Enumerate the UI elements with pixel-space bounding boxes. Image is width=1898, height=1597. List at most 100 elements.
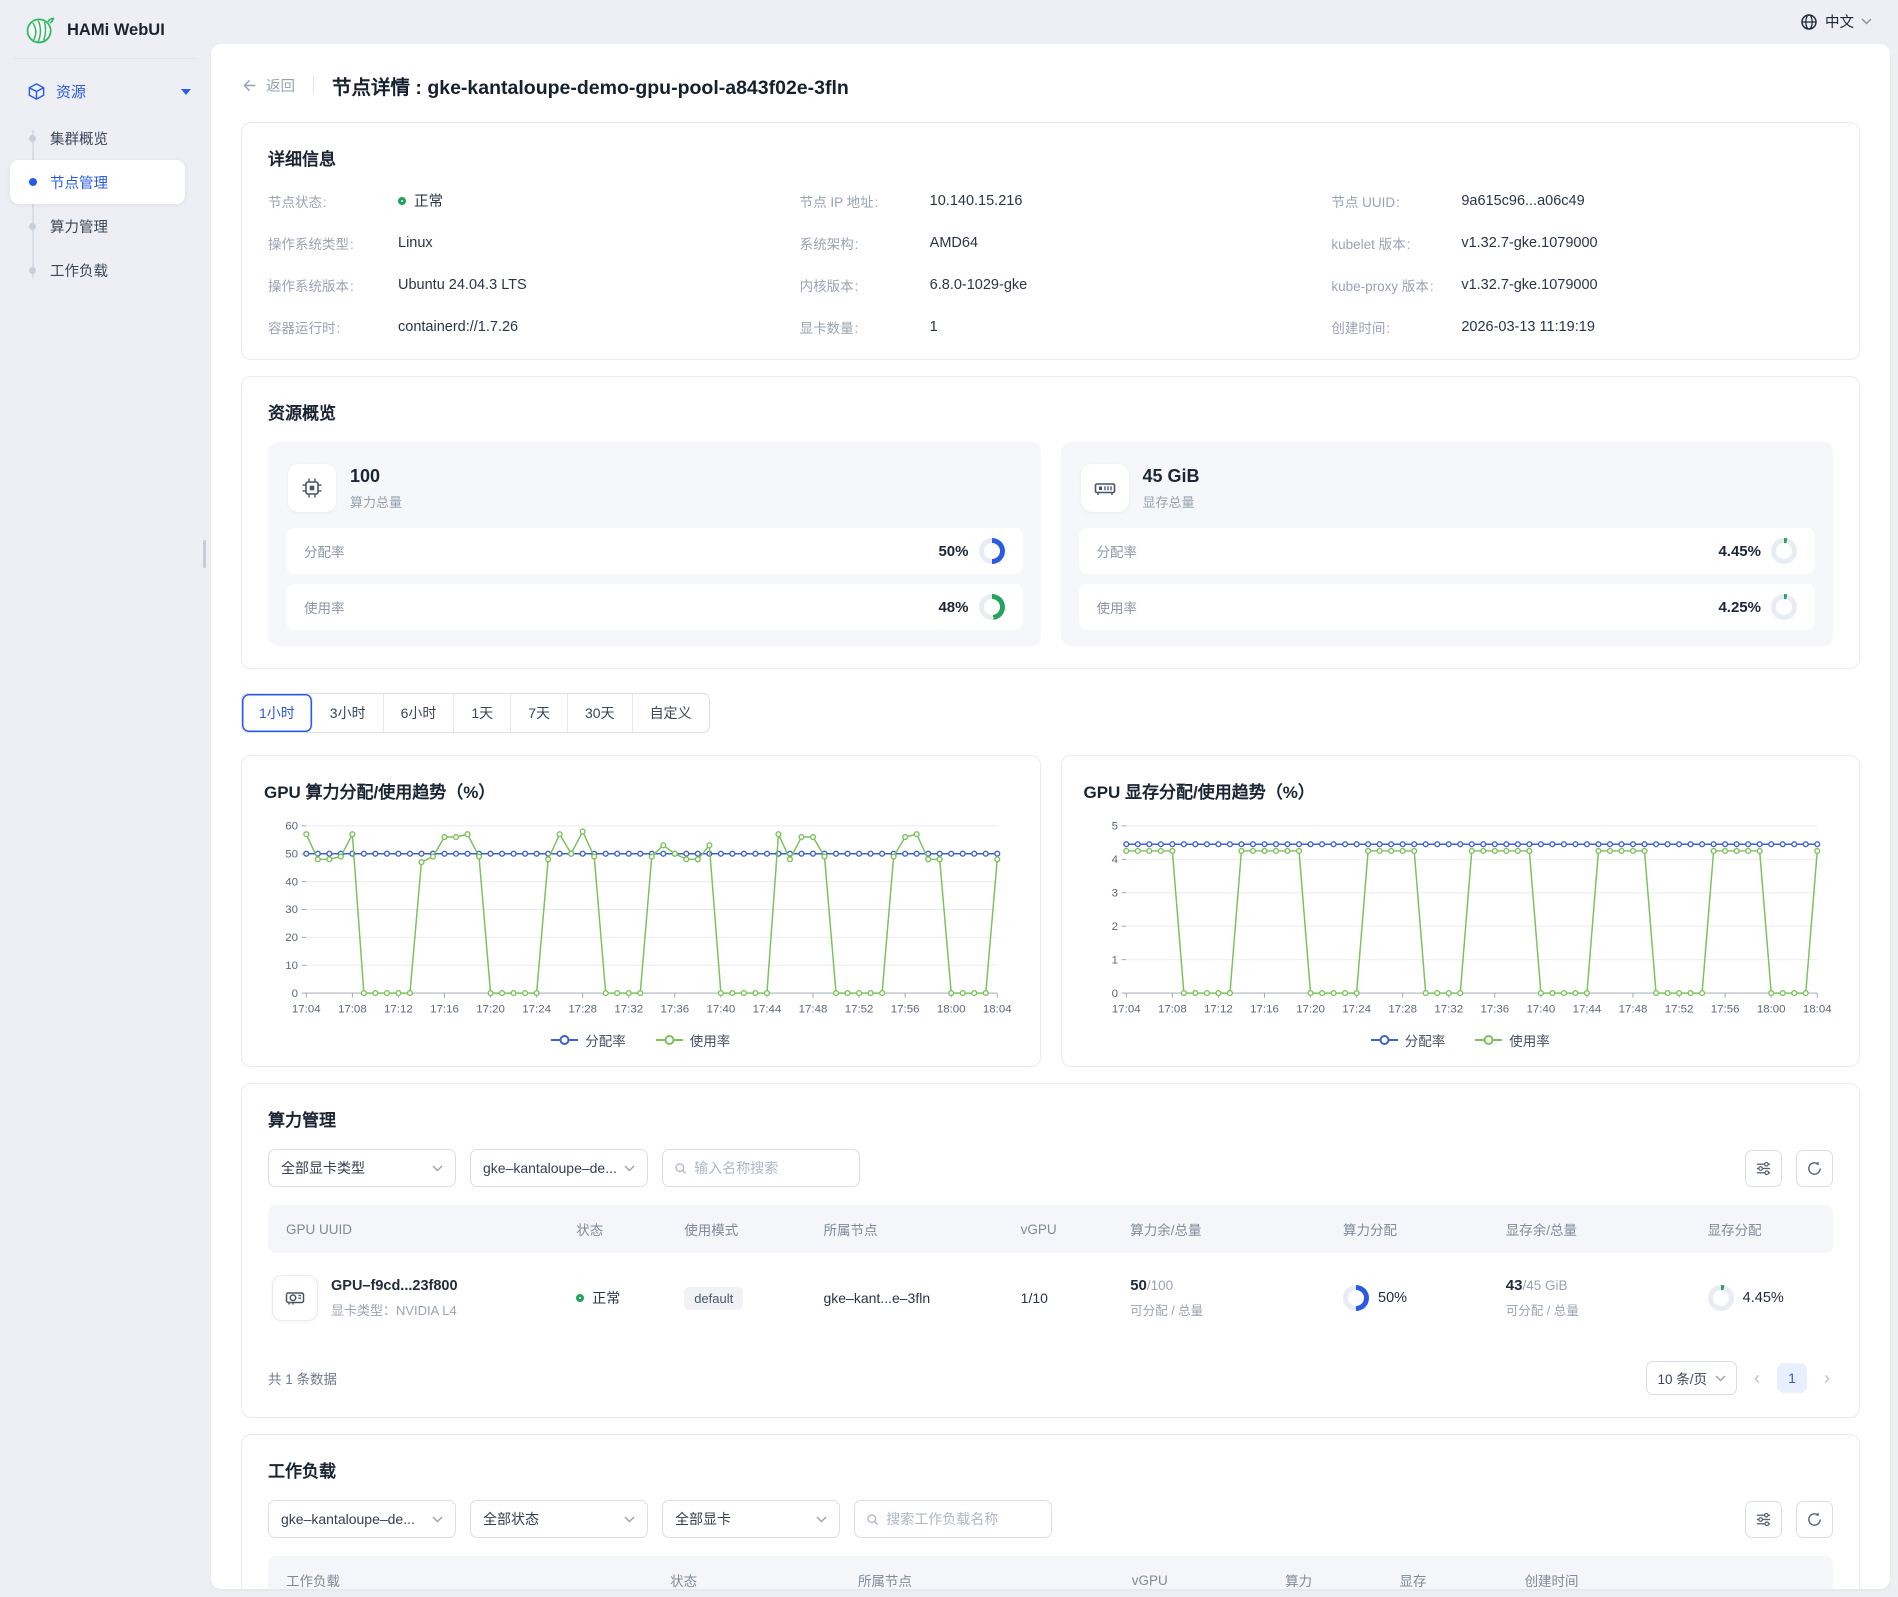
svg-text:17:16: 17:16 <box>430 1003 459 1015</box>
time-tab-1天[interactable]: 1天 <box>454 694 511 732</box>
caret-down-icon <box>181 89 191 95</box>
chart-title: GPU 算力分配/使用趋势（%） <box>264 778 1018 803</box>
resource-overview-card: 资源概览 100算力总量分配率50%使用率48%45 GiB显存总量分配率4.4… <box>241 376 1860 669</box>
sidebar-resize-handle[interactable] <box>203 540 206 568</box>
workload-status-select[interactable]: 全部状态 <box>470 1500 648 1538</box>
prev-page-button[interactable]: ‹ <box>1751 1369 1763 1387</box>
gpu-table-row[interactable]: GPU–f9cd...23f800 显卡类型：NVIDIA L4 正常 defa… <box>268 1253 1833 1343</box>
workload-search-input[interactable] <box>886 1511 1040 1527</box>
detail-info-grid: 节点状态正常节点 IP 地址10.140.15.216节点 UUID9a615c… <box>268 190 1833 337</box>
column-header-vGPU: vGPU <box>1007 1205 1117 1253</box>
page-size-select[interactable]: 10 条/页 <box>1646 1361 1737 1395</box>
node-select-value: gke–kantaloupe–de... <box>483 1160 617 1176</box>
sidebar-item-1[interactable]: 节点管理 <box>10 160 185 204</box>
time-tab-7天[interactable]: 7天 <box>511 694 568 732</box>
gpu-search-input[interactable] <box>694 1160 848 1176</box>
column-settings-button[interactable] <box>1745 1150 1782 1187</box>
detail-field-value: 1 <box>930 319 938 335</box>
workload-search-box <box>854 1500 1052 1538</box>
memory-alloc-value: 4.45% <box>1743 1290 1784 1306</box>
gpu-type-select[interactable]: 全部显卡类型 <box>268 1149 456 1187</box>
sidebar-divider <box>14 58 197 59</box>
legend-item-使用率[interactable]: 使用率 <box>1475 1030 1550 1050</box>
svg-text:30: 30 <box>285 904 298 916</box>
detail-field-label: 内核版本 <box>800 275 930 295</box>
legend-label: 使用率 <box>690 1030 731 1050</box>
gpu-node: gke–kant...e–3fln <box>823 1290 930 1306</box>
chart-legend: 分配率 使用率 <box>264 1030 1018 1050</box>
chevron-down-icon <box>1861 18 1872 25</box>
app-logo[interactable]: HAMi WebUI <box>0 0 211 58</box>
refresh-button[interactable] <box>1796 1501 1833 1538</box>
metric-donut-icon <box>979 594 1005 620</box>
gpu-type-label: 显卡类型：NVIDIA L4 <box>331 1300 458 1319</box>
gpu-table-header-row: GPU UUID状态使用模式所属节点vGPU算力余/总量算力分配显存余/总量显存… <box>268 1205 1833 1253</box>
sidebar-item-2[interactable]: 算力管理 <box>10 204 185 248</box>
legend-item-分配率[interactable]: 分配率 <box>551 1030 626 1050</box>
svg-text:17:08: 17:08 <box>338 1003 367 1015</box>
detail-field-value: Linux <box>398 235 433 251</box>
svg-text:17:36: 17:36 <box>660 1003 689 1015</box>
sidebar-item-3[interactable]: 工作负载 <box>10 248 185 292</box>
svg-text:17:08: 17:08 <box>1158 1003 1187 1015</box>
detail-field-8: kube-proxy 版本v1.32.7-gke.1079000 <box>1331 275 1833 295</box>
overview-panel-1: 45 GiB显存总量分配率4.45%使用率4.25% <box>1061 442 1834 646</box>
legend-label: 使用率 <box>1509 1030 1550 1050</box>
svg-text:40: 40 <box>285 876 298 888</box>
time-tab-3小时[interactable]: 3小时 <box>313 694 384 732</box>
column-header-算力: 算力 <box>1271 1556 1385 1589</box>
workload-filter-row: gke–kantaloupe–de... 全部状态 全部显卡 <box>268 1500 1833 1538</box>
column-header-显存余/总量: 显存余/总量 <box>1492 1205 1694 1253</box>
overview-total: 45 GiB <box>1143 466 1200 487</box>
svg-text:17:56: 17:56 <box>891 1003 920 1015</box>
workload-node-select[interactable]: gke–kantaloupe–de... <box>268 1500 456 1538</box>
status-ring-icon <box>398 197 406 205</box>
search-icon <box>674 1161 687 1176</box>
app-title: HAMi WebUI <box>67 21 165 40</box>
detail-field-label: 创建时间 <box>1331 317 1461 337</box>
metric-label: 使用率 <box>1097 597 1138 617</box>
detail-field-label: 系统架构 <box>800 233 930 253</box>
gpu-uuid[interactable]: GPU–f9cd...23f800 <box>331 1278 458 1294</box>
detail-field-label: 节点状态 <box>268 191 398 211</box>
sidebar-item-label: 算力管理 <box>50 216 108 237</box>
language-switcher[interactable]: 中文 <box>1800 11 1872 32</box>
svg-text:17:40: 17:40 <box>707 1003 736 1015</box>
overview-metric-row: 分配率50% <box>286 528 1023 574</box>
legend-item-分配率[interactable]: 分配率 <box>1371 1030 1446 1050</box>
column-settings-button[interactable] <box>1745 1501 1782 1538</box>
detail-field-value: 6.8.0-1029-gke <box>930 277 1028 293</box>
svg-text:3: 3 <box>1111 887 1117 899</box>
detail-field-3: 操作系统类型Linux <box>268 233 770 253</box>
refresh-button[interactable] <box>1796 1150 1833 1187</box>
svg-text:17:32: 17:32 <box>1434 1003 1463 1015</box>
memory-total: /45 GiB <box>1522 1278 1567 1293</box>
sidebar-group-resources[interactable]: 资源 <box>0 69 211 114</box>
memory-alloc-donut <box>1708 1285 1734 1311</box>
time-tab-30天[interactable]: 30天 <box>568 694 633 732</box>
workload-gpu-select-value: 全部显卡 <box>675 1509 731 1529</box>
compute-alloc-donut <box>1343 1285 1369 1311</box>
svg-text:17:16: 17:16 <box>1250 1003 1279 1015</box>
overview-panel-0: 100算力总量分配率50%使用率48% <box>268 442 1041 646</box>
sidebar-item-0[interactable]: 集群概览 <box>10 116 185 160</box>
overview-total-label: 显存总量 <box>1143 492 1200 511</box>
globe-icon <box>1800 13 1818 31</box>
time-tab-6小时[interactable]: 6小时 <box>384 694 455 732</box>
compute-total: /100 <box>1147 1278 1173 1293</box>
svg-text:17:52: 17:52 <box>1664 1003 1693 1015</box>
time-tab-自定义[interactable]: 自定义 <box>633 694 709 732</box>
legend-marker-icon <box>656 1034 683 1046</box>
gpu-type-select-value: 全部显卡类型 <box>281 1158 365 1178</box>
chip-icon <box>288 464 336 512</box>
legend-item-使用率[interactable]: 使用率 <box>656 1030 731 1050</box>
gpu-total-count: 共 1 条数据 <box>268 1368 337 1388</box>
back-button[interactable]: 返回 <box>241 75 295 96</box>
page-number-button[interactable]: 1 <box>1777 1363 1807 1393</box>
workload-gpu-select[interactable]: 全部显卡 <box>662 1500 840 1538</box>
node-select[interactable]: gke–kantaloupe–de... <box>470 1149 648 1187</box>
detail-field-value: 正常 <box>398 190 443 211</box>
time-tab-1小时[interactable]: 1小时 <box>242 694 313 732</box>
next-page-button[interactable]: › <box>1821 1369 1833 1387</box>
gpu-card-tile <box>272 1275 318 1321</box>
